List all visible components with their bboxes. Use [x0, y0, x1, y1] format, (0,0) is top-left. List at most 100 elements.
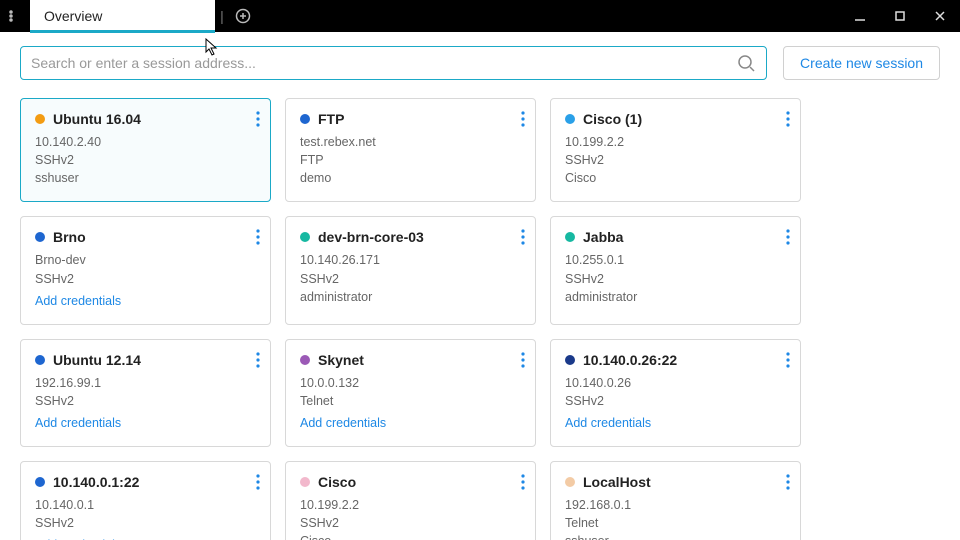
session-more-button[interactable] [519, 350, 527, 373]
maximize-icon [894, 10, 906, 22]
session-more-button[interactable] [784, 227, 792, 250]
session-user: administrator [565, 288, 786, 306]
session-host: 10.140.0.1 [35, 496, 256, 514]
session-host: 192.168.0.1 [565, 496, 786, 514]
session-protocol: SSHv2 [565, 392, 786, 410]
session-more-button[interactable] [784, 109, 792, 132]
session-more-button[interactable] [784, 472, 792, 495]
session-title: FTP [318, 111, 344, 127]
session-protocol: SSHv2 [565, 270, 786, 288]
session-title: Ubuntu 16.04 [53, 111, 141, 127]
add-credentials-link[interactable]: Add credentials [35, 292, 121, 310]
session-card[interactable]: 10.140.0.26:2210.140.0.26SSHv2Add creden… [550, 339, 801, 447]
session-protocol: SSHv2 [300, 514, 521, 532]
session-user: sshuser [35, 169, 256, 187]
session-title: 10.140.0.1:22 [53, 474, 139, 490]
session-card[interactable]: Ubuntu 16.0410.140.2.40SSHv2sshuser [20, 98, 271, 202]
session-protocol: Telnet [565, 514, 786, 532]
session-title: Ubuntu 12.14 [53, 352, 141, 368]
session-protocol: SSHv2 [565, 151, 786, 169]
session-card[interactable]: Skynet 10.0.0.132Telnet Add credentials [285, 339, 536, 447]
session-card[interactable]: LocalHost192.168.0.1Telnetsshuser [550, 461, 801, 540]
session-host: 10.199.2.2 [300, 496, 521, 514]
session-title: Brno [53, 229, 86, 245]
window-close-button[interactable] [920, 0, 960, 32]
status-dot-icon [565, 355, 575, 365]
more-vertical-icon [521, 474, 525, 490]
session-protocol: SSHv2 [35, 392, 256, 410]
session-card[interactable]: Jabba10.255.0.1SSHv2administrator [550, 216, 801, 324]
session-card[interactable]: Brno Brno-devSSHv2 Add credentials [20, 216, 271, 324]
more-vertical-icon [521, 352, 525, 368]
session-user: Cisco [565, 169, 786, 187]
search-input[interactable] [31, 55, 736, 71]
session-title: LocalHost [583, 474, 651, 490]
session-more-button[interactable] [784, 350, 792, 373]
session-host: 10.140.0.26 [565, 374, 786, 392]
more-vertical-icon [786, 474, 790, 490]
window-maximize-button[interactable] [880, 0, 920, 32]
status-dot-icon [300, 477, 310, 487]
add-credentials-link[interactable]: Add credentials [35, 414, 121, 432]
status-dot-icon [35, 477, 45, 487]
more-vertical-icon [786, 352, 790, 368]
more-vertical-icon [521, 229, 525, 245]
create-session-label: Create new session [800, 55, 923, 71]
session-more-button[interactable] [254, 350, 262, 373]
more-vertical-icon [786, 111, 790, 127]
more-vertical-icon [256, 474, 260, 490]
session-host: Brno-dev [35, 251, 256, 269]
status-dot-icon [565, 232, 575, 242]
session-more-button[interactable] [254, 227, 262, 250]
app-menu-button[interactable] [0, 0, 30, 32]
session-host: 10.0.0.132 [300, 374, 521, 392]
session-more-button[interactable] [254, 472, 262, 495]
search-row: Create new session [0, 32, 960, 88]
session-more-button[interactable] [519, 472, 527, 495]
session-protocol: SSHv2 [35, 151, 256, 169]
more-vertical-icon [256, 352, 260, 368]
add-credentials-link[interactable]: Add credentials [35, 536, 121, 540]
session-user: demo [300, 169, 521, 187]
status-dot-icon [300, 232, 310, 242]
more-vertical-icon [521, 111, 525, 127]
minimize-icon [854, 10, 866, 22]
session-protocol: SSHv2 [300, 270, 521, 288]
tab-divider: | [215, 0, 229, 32]
tab-overview[interactable]: Overview [30, 0, 215, 32]
search-icon [736, 53, 756, 73]
status-dot-icon [565, 477, 575, 487]
session-more-button[interactable] [519, 109, 527, 132]
session-card[interactable]: Ubuntu 12.14 192.16.99.1SSHv2 Add credenti… [20, 339, 271, 447]
session-title: Cisco [318, 474, 356, 490]
add-credentials-link[interactable]: Add credentials [565, 414, 651, 432]
create-session-button[interactable]: Create new session [783, 46, 940, 80]
session-protocol: SSHv2 [35, 514, 256, 532]
session-card[interactable]: Cisco (1) 10.199.2.2SSHv2Cisco [550, 98, 801, 202]
session-card[interactable]: dev-brn-core-0310.140.26.171SSHv2adminis… [285, 216, 536, 324]
status-dot-icon [300, 355, 310, 365]
session-title: dev-brn-core-03 [318, 229, 424, 245]
more-vertical-icon [256, 111, 260, 127]
add-tab-button[interactable] [229, 0, 257, 32]
session-more-button[interactable] [519, 227, 527, 250]
session-card[interactable]: Cisco10.199.2.2SSHv2Cisco [285, 461, 536, 540]
session-card[interactable]: 10.140.0.1:22 10.140.0.1SSHv2 Add credenti… [20, 461, 271, 540]
session-card[interactable]: FTPtest.rebex.netFTPdemo [285, 98, 536, 202]
add-credentials-link[interactable]: Add credentials [300, 414, 386, 432]
session-grid: Ubuntu 16.0410.140.2.40SSHv2sshuser FTP te… [0, 88, 960, 540]
status-dot-icon [35, 232, 45, 242]
session-more-button[interactable] [254, 109, 262, 132]
status-dot-icon [300, 114, 310, 124]
session-protocol: SSHv2 [35, 270, 256, 288]
session-protocol: Telnet [300, 392, 521, 410]
search-box[interactable] [20, 46, 767, 80]
close-icon [934, 10, 946, 22]
session-host: 192.16.99.1 [35, 374, 256, 392]
session-title: Skynet [318, 352, 364, 368]
session-host: test.rebex.net [300, 133, 521, 151]
status-dot-icon [35, 114, 45, 124]
window-minimize-button[interactable] [840, 0, 880, 32]
session-host: 10.199.2.2 [565, 133, 786, 151]
session-title: Cisco (1) [583, 111, 642, 127]
